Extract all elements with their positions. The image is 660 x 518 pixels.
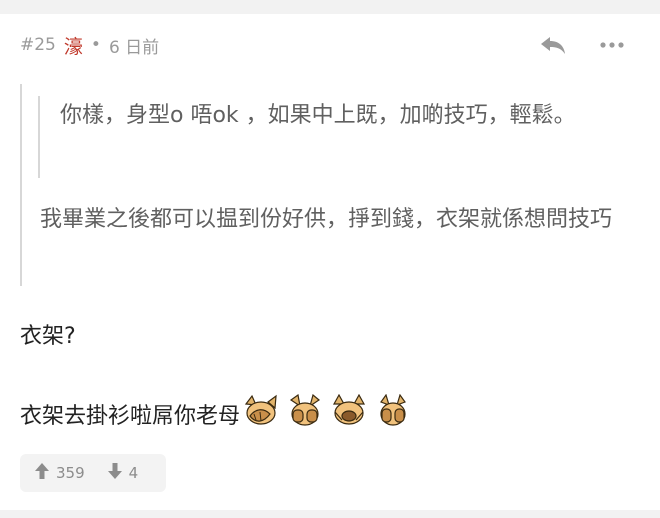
downvote-count: 4 bbox=[128, 464, 139, 482]
post-header: #25 濠 • 6 日前 bbox=[20, 30, 159, 60]
more-options-icon[interactable] bbox=[600, 42, 624, 48]
nested-quote-block: 你樣，身型o 唔ok ，如果中上既，加啲技巧，輕鬆。 bbox=[38, 96, 635, 178]
post-content-text: 衣架去掛衫啦屌你老母 bbox=[20, 404, 241, 429]
dog-cover-face-icon bbox=[286, 393, 324, 434]
emoji-group bbox=[242, 393, 412, 434]
downvote-button[interactable]: 4 bbox=[107, 462, 139, 484]
dog-facepalm-icon bbox=[330, 393, 368, 434]
nested-quote-text: 你樣，身型o 唔ok ，如果中上既，加啲技巧，輕鬆。 bbox=[60, 103, 576, 128]
thumbs-up-icon bbox=[34, 462, 50, 484]
vote-bar: 359 4 bbox=[20, 454, 166, 492]
quote-text: 我畢業之後都可以揾到份好供，掙到錢，衣架就係想問技巧 bbox=[40, 207, 613, 232]
upvote-count: 359 bbox=[56, 464, 85, 482]
floor-number: #25 bbox=[20, 35, 56, 55]
thumbs-down-icon bbox=[107, 462, 123, 484]
username-link[interactable]: 濠 bbox=[64, 32, 83, 59]
quote-block: 你樣，身型o 唔ok ，如果中上既，加啲技巧，輕鬆。 我畢業之後都可以揾到份好供… bbox=[20, 84, 642, 286]
post-actions bbox=[540, 30, 624, 60]
reply-icon[interactable] bbox=[540, 35, 566, 55]
post-content-line1: 衣架? bbox=[20, 324, 76, 349]
upvote-button[interactable]: 359 bbox=[34, 462, 85, 484]
meta-separator: • bbox=[90, 35, 101, 55]
dog-facepalm-icon bbox=[242, 394, 280, 434]
dog-cover-face-icon bbox=[374, 393, 412, 434]
post-time: 6 日前 bbox=[108, 37, 160, 58]
post-content-line2: 衣架去掛衫啦屌你老母 bbox=[20, 393, 412, 434]
